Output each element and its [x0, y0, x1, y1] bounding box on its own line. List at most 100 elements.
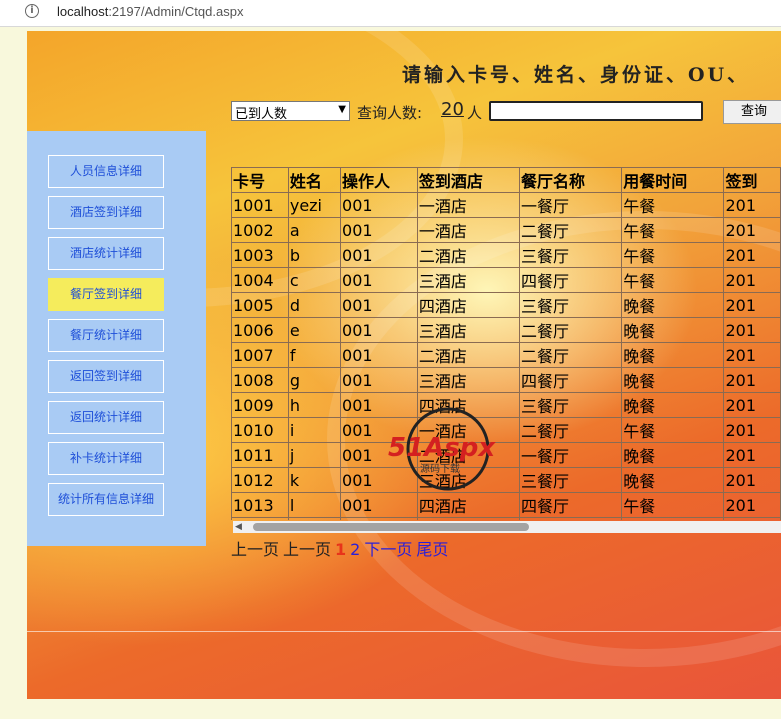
- search-input[interactable]: [489, 101, 703, 121]
- table-cell: 201: [723, 342, 781, 368]
- address-bar[interactable]: i localhost:2197/Admin/Ctqd.aspx: [0, 0, 781, 27]
- table-cell: 晚餐: [621, 392, 725, 418]
- sidebar-item-5[interactable]: 餐厅统计详细: [48, 319, 164, 352]
- table-cell: yezi: [287, 192, 342, 218]
- table-cell: 001: [340, 192, 418, 218]
- table-cell: 晚餐: [621, 342, 725, 368]
- first-page-link[interactable]: 上一页: [231, 540, 279, 559]
- sidebar-item-8[interactable]: 补卡统计详细: [48, 442, 164, 475]
- info-icon[interactable]: i: [25, 4, 39, 18]
- table-cell: 1009: [231, 392, 289, 418]
- column-header: 卡号: [231, 167, 289, 193]
- page-2-link[interactable]: 2: [350, 540, 360, 559]
- last-page-link[interactable]: 尾页: [416, 540, 448, 559]
- table-cell: 001: [340, 242, 418, 268]
- table-cell: 1003: [231, 242, 289, 268]
- table-cell: 二酒店: [416, 242, 521, 268]
- table-cell: b: [287, 242, 342, 268]
- table-cell: 001: [340, 267, 418, 293]
- table-cell: 三酒店: [416, 367, 521, 393]
- table-cell: 001: [340, 367, 418, 393]
- table-cell: i: [287, 417, 342, 443]
- scroll-left-arrow-icon[interactable]: ◀: [235, 522, 242, 532]
- table-cell: 晚餐: [621, 467, 725, 493]
- table-row: 1014m001二酒店三餐厅午餐201: [231, 517, 781, 520]
- column-header: 签到: [723, 167, 781, 193]
- sidebar-item-9[interactable]: 统计所有信息详细: [48, 483, 164, 516]
- table-cell: 一酒店: [416, 217, 521, 243]
- sidebar-item-4[interactable]: 餐厅签到详细: [48, 278, 164, 311]
- sidebar-item-2[interactable]: 酒店签到详细: [48, 196, 164, 229]
- table-row: 1002 a 001 一酒店 二餐厅 午餐 201: [231, 217, 781, 243]
- table-cell: m: [287, 517, 342, 520]
- table-cell: 二酒店: [416, 517, 521, 520]
- table-cell: 二酒店: [416, 342, 521, 368]
- table-cell: g: [287, 367, 342, 393]
- search-button[interactable]: 查询: [723, 100, 781, 124]
- divider-line: [27, 631, 781, 632]
- table-cell: 三餐厅: [519, 292, 623, 318]
- table-row: 1001 yezi 001 一酒店 一餐厅 午餐 201: [231, 192, 781, 218]
- count-unit: 人: [467, 104, 483, 122]
- table-cell: 201: [723, 517, 781, 520]
- table-cell: c: [287, 267, 342, 293]
- table-cell: 201: [723, 267, 781, 293]
- pagination: 上一页 上一页 1 2 下一页 尾页: [231, 536, 452, 560]
- horizontal-scrollbar[interactable]: ◀: [233, 521, 781, 533]
- table-row: 1004 c 001 三酒店 四餐厅 午餐 201: [231, 267, 781, 293]
- sidebar-item-3[interactable]: 酒店统计详细: [48, 237, 164, 270]
- table-cell: 1012: [231, 467, 289, 493]
- table-cell: 1014: [231, 517, 289, 520]
- table-cell: 午餐: [621, 267, 725, 293]
- table-cell: 四酒店: [416, 292, 521, 318]
- prev-page-link[interactable]: 上一页: [283, 540, 331, 559]
- sidebar-item-1[interactable]: 人员信息详细: [48, 155, 164, 188]
- table-cell: 午餐: [621, 517, 725, 520]
- table-cell: 二餐厅: [519, 342, 623, 368]
- table-cell: 1001: [231, 192, 289, 218]
- table-cell: 晚餐: [621, 367, 725, 393]
- table-cell: 一餐厅: [519, 442, 623, 468]
- table-cell: 二餐厅: [519, 317, 623, 343]
- table-cell: 201: [723, 392, 781, 418]
- next-page-link[interactable]: 下一页: [364, 540, 412, 559]
- search-hint-banner: 请输入卡号、姓名、身份证、OU、: [402, 64, 750, 86]
- watermark-logo: 51Aspx 源码下载: [388, 407, 496, 491]
- table-cell: 三餐厅: [519, 517, 623, 520]
- table-cell: 三酒店: [416, 317, 521, 343]
- table-cell: e: [287, 317, 342, 343]
- table-row: 1007 f 001 二酒店 二餐厅 晚餐 201: [231, 342, 781, 368]
- table-row: 1005 d 001 四酒店 三餐厅 晚餐 201: [231, 292, 781, 318]
- table-cell: 201: [723, 467, 781, 493]
- column-header: 姓名: [287, 167, 342, 193]
- chevron-down-icon: ▼: [338, 104, 346, 115]
- table-cell: 001: [340, 517, 418, 520]
- table-cell: 午餐: [621, 217, 725, 243]
- status-select[interactable]: 已到人数 ▼: [231, 101, 350, 122]
- url-text[interactable]: localhost:2197/Admin/Ctqd.aspx: [57, 4, 243, 19]
- table-cell: a: [287, 217, 342, 243]
- table-cell: j: [287, 442, 342, 468]
- table-cell: d: [287, 292, 342, 318]
- watermark-subtext: 源码下载: [420, 462, 460, 475]
- sidebar-item-6[interactable]: 返回签到详细: [48, 360, 164, 393]
- table-cell: 三餐厅: [519, 242, 623, 268]
- column-header: 用餐时间: [621, 167, 725, 193]
- count-value: 20: [441, 99, 464, 120]
- table-cell: 1002: [231, 217, 289, 243]
- sidebar-item-7[interactable]: 返回统计详细: [48, 401, 164, 434]
- table-cell: 1006: [231, 317, 289, 343]
- table-row: 1003 b 001 二酒店 三餐厅 午餐 201: [231, 242, 781, 268]
- table-cell: 午餐: [621, 192, 725, 218]
- table-cell: 午餐: [621, 242, 725, 268]
- scrollbar-thumb[interactable]: [253, 523, 529, 531]
- table-cell: 晚餐: [621, 442, 725, 468]
- table-cell: 201: [723, 292, 781, 318]
- table-cell: l: [287, 492, 342, 518]
- table-cell: 001: [340, 217, 418, 243]
- table-cell: 午餐: [621, 492, 725, 518]
- table-cell: 201: [723, 217, 781, 243]
- table-cell: 1007: [231, 342, 289, 368]
- table-cell: k: [287, 467, 342, 493]
- table-cell: 1013: [231, 492, 289, 518]
